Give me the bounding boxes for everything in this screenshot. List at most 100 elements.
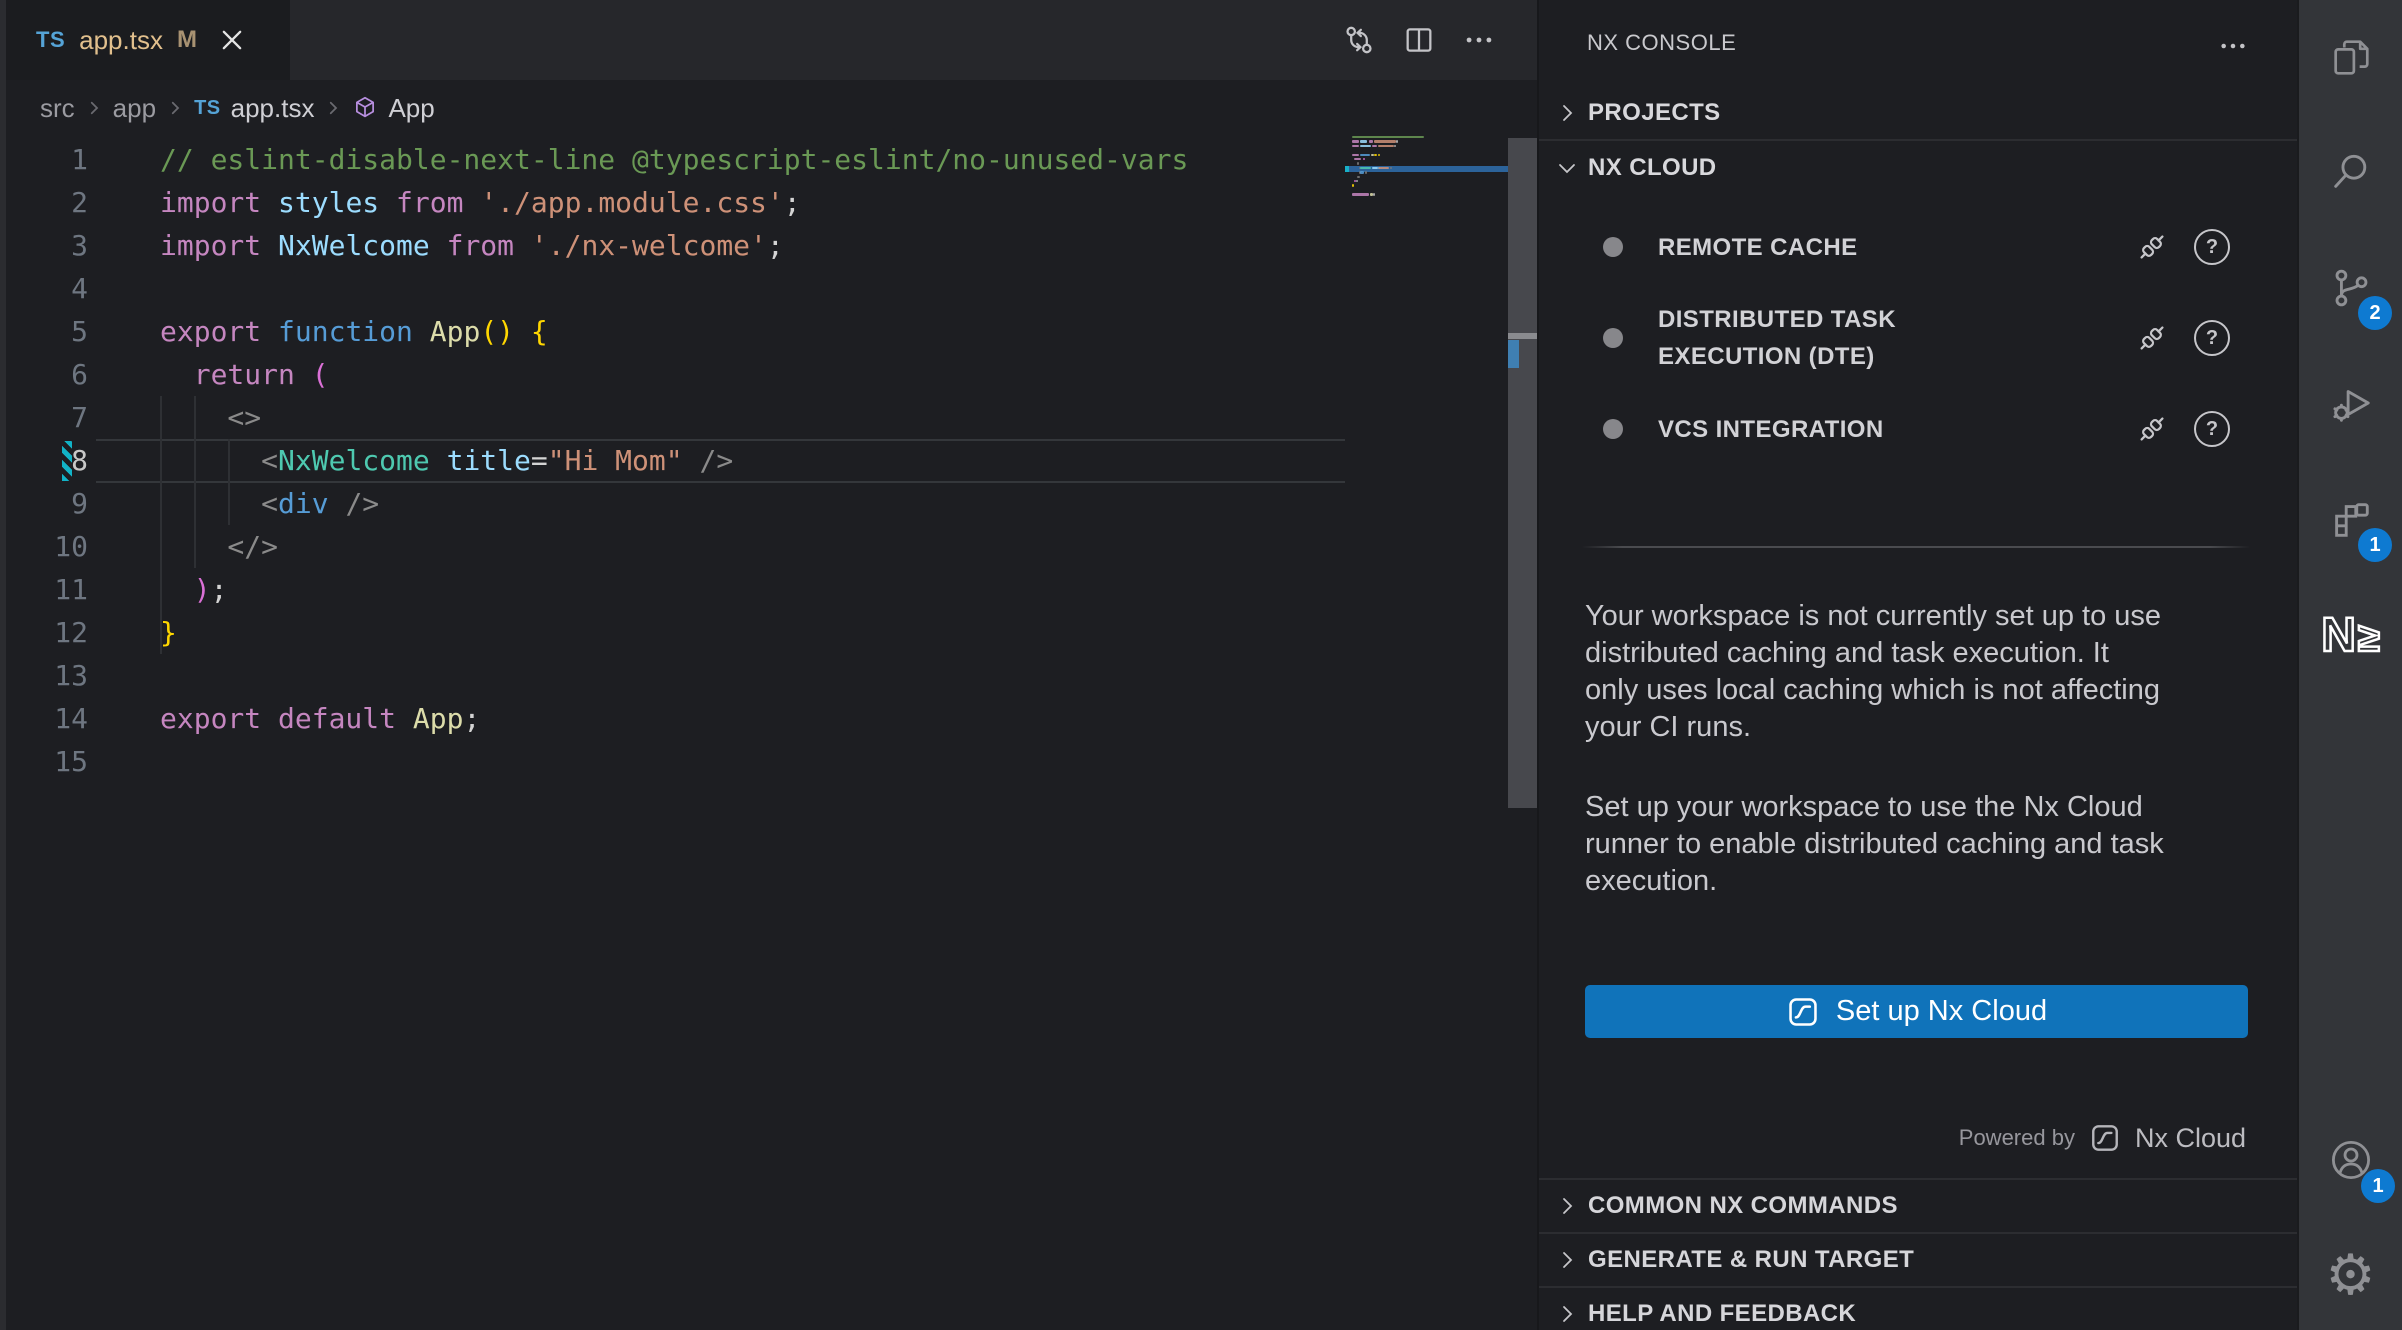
breadcrumb-folder[interactable]: src [40,93,75,124]
section-nx-cloud[interactable]: NX CLOUD [1539,141,2297,194]
minimap-line [1352,184,1354,186]
more-actions-icon[interactable] [1461,22,1497,58]
code-line[interactable] [160,740,1188,783]
nx-cloud-feature-item: VCS INTEGRATION ? [1539,394,2297,464]
line-number: 11 [0,568,88,611]
minimap-line [1374,154,1376,156]
code-line[interactable]: // eslint-disable-next-line @typescript-… [160,138,1188,181]
line-number: 7 [0,396,88,439]
minimap-line [1360,140,1367,142]
feature-label: REMOTE CACHE [1658,229,1998,266]
powered-by-brand: Nx Cloud [2135,1123,2246,1154]
minimap-line [1352,145,1359,147]
scrollbar-thumb[interactable] [1508,138,1537,808]
section-label: PROJECTS [1588,99,1721,127]
explorer-icon[interactable] [2325,32,2377,84]
code-line[interactable]: <NxWelcome title="Hi Mom" /> [160,439,1188,482]
source-control-badge: 2 [2358,296,2392,330]
minimap-line [1394,145,1396,147]
code-line[interactable]: export default App; [160,697,1188,740]
divider [1582,546,2250,548]
search-icon[interactable] [2325,146,2377,198]
line-number: 5 [0,310,88,353]
minimap-line [1352,193,1369,195]
code-line[interactable]: } [160,611,1188,654]
status-dot-icon [1603,328,1623,348]
minimap-line [1357,176,1361,178]
chevron-right-icon [1554,1193,1580,1219]
settings-gear-icon[interactable]: ⚙ [2325,1249,2377,1301]
panel-title: NX CONSOLE [1587,30,1736,56]
code-lines[interactable]: // eslint-disable-next-line @typescript-… [160,138,1188,783]
help-icon[interactable]: ? [2194,320,2230,356]
minimap-modified-marker [1345,166,1349,172]
symbol-cube-icon [352,95,378,121]
code-line[interactable]: export function App() { [160,310,1188,353]
tab-title: app.tsx [79,25,163,56]
code-line[interactable]: <> [160,396,1188,439]
code-line[interactable]: return ( [160,353,1188,396]
connect-plug-icon[interactable] [2134,229,2170,265]
breadcrumb-symbol[interactable]: App [388,93,434,124]
connect-plug-icon[interactable] [2134,411,2170,447]
connect-plug-icon[interactable] [2134,320,2170,356]
chevron-right-icon [324,99,342,117]
panel-section-row[interactable]: GENERATE & RUN TARGET [1539,1232,2297,1286]
minimap[interactable] [1345,125,1508,245]
code-line[interactable]: import styles from './app.module.css'; [160,181,1188,224]
editor-actions [1341,0,1497,80]
minimap-line [1354,158,1361,160]
breadcrumb-file[interactable]: app.tsx [231,93,315,124]
minimap-line [1378,145,1395,147]
split-editor-icon[interactable] [1401,22,1437,58]
minimap-line [1373,193,1375,195]
nx-cloud-logo-icon [1786,995,1820,1029]
breadcrumb-folder[interactable]: app [113,93,156,124]
activity-bar: 2 1 N≥ 1 ⚙ [2297,0,2402,1330]
section-label: HELP AND FEEDBACK [1588,1300,1856,1328]
minimap-line [1352,154,1359,156]
tab-app-tsx[interactable]: TS app.tsx M [6,0,290,80]
minimap-line [1369,140,1374,142]
line-number: 4 [0,267,88,310]
feature-label: VCS INTEGRATION [1658,411,1998,448]
cloud-items: REMOTE CACHE ? DISTRIBUTED TASK EXECUTIO… [1539,212,2297,464]
code-line[interactable]: ); [160,568,1188,611]
line-number: 12 [0,611,88,654]
extensions-badge: 1 [2358,528,2392,562]
help-icon[interactable]: ? [2194,411,2230,447]
panel-section-row[interactable]: HELP AND FEEDBACK [1539,1286,2297,1330]
chevron-right-icon [85,99,103,117]
overview-ruler-modified-marker [1508,340,1519,368]
nx-console-panel: NX CONSOLE PROJECTS NX CLOUD REMOTE CACH… [1537,0,2297,1330]
status-dot-icon [1603,419,1623,439]
panel-more-actions-icon[interactable] [2217,30,2249,62]
feature-label: DISTRIBUTED TASK EXECUTION (DTE) [1658,301,1998,375]
close-tab-icon[interactable] [217,25,247,55]
chevron-right-icon [1554,100,1580,126]
chevron-right-icon [1554,1301,1580,1327]
line-number: 1 [0,138,88,181]
bottom-sections: COMMON NX COMMANDS GENERATE & RUN TARGET… [1539,1178,2297,1330]
section-projects[interactable]: PROJECTS [1539,86,2297,139]
nx-console-icon[interactable]: N≥ [2325,610,2377,662]
run-debug-icon[interactable] [2325,378,2377,430]
open-changes-icon[interactable] [1341,22,1377,58]
panel-section-row[interactable]: COMMON NX COMMANDS [1539,1178,2297,1232]
code-line[interactable]: import NxWelcome from './nx-welcome'; [160,224,1188,267]
code-line[interactable] [160,654,1188,697]
code-line[interactable]: <div /> [160,482,1188,525]
help-icon[interactable]: ? [2194,229,2230,265]
nx-cloud-logo-icon [2089,1122,2121,1154]
minimap-line [1379,167,1388,169]
code-line[interactable]: </> [160,525,1188,568]
setup-nx-cloud-button[interactable]: Set up Nx Cloud [1585,985,2248,1038]
editor-scrollbar[interactable] [1508,0,1537,1330]
nx-cloud-feature-item: DISTRIBUTED TASK EXECUTION (DTE) ? [1539,282,2297,394]
status-dot-icon [1603,237,1623,257]
typescript-file-icon: TS [36,27,65,53]
minimap-line [1372,145,1377,147]
code-line[interactable] [160,267,1188,310]
accounts-badge: 1 [2361,1169,2395,1203]
workspace-status-text: Your workspace is not currently set up t… [1585,598,2285,746]
